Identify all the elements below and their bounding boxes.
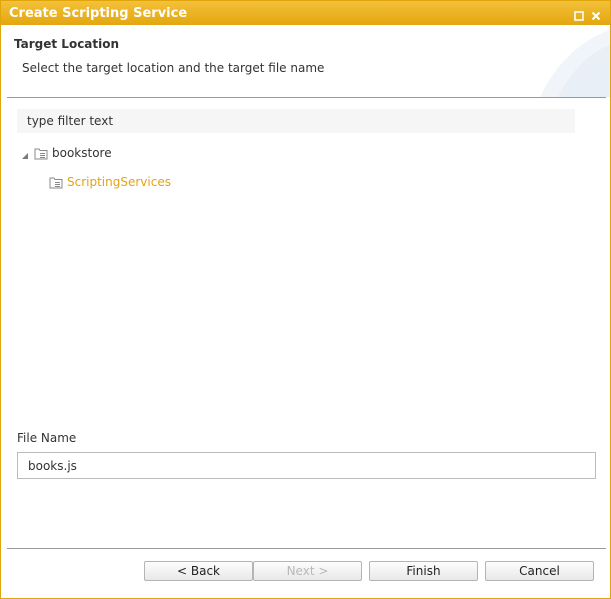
next-button[interactable]: Next > [253,561,362,581]
file-name-input[interactable] [17,452,596,479]
footer-divider [7,548,606,549]
title-bar[interactable]: Create Scripting Service [1,1,610,25]
page-description: Select the target location and the targe… [22,61,325,75]
folder-icon [34,146,48,160]
tree-node-label: bookstore [52,146,112,160]
filter-input[interactable] [17,109,575,133]
tree-node-label: ScriptingServices [67,175,171,189]
expand-arrow-icon[interactable] [21,149,29,159]
back-button[interactable]: < Back [144,561,253,581]
maximize-icon[interactable] [573,7,585,21]
finish-button[interactable]: Finish [369,561,478,581]
cancel-button[interactable]: Cancel [485,561,594,581]
page-title: Target Location [14,37,120,51]
tree-node-scriptingservices[interactable]: ScriptingServices [49,173,171,191]
folder-icon [49,175,63,189]
header-divider [7,97,606,98]
close-icon[interactable] [590,7,602,21]
file-name-label: File Name [17,431,77,445]
dialog-title: Create Scripting Service [9,6,188,21]
create-scripting-service-dialog: Create Scripting Service Target Location… [0,0,611,599]
tree-node-bookstore[interactable]: bookstore [21,144,112,162]
header-decoration [540,30,610,97]
wizard-header: Target Location Select the target locati… [1,25,610,97]
